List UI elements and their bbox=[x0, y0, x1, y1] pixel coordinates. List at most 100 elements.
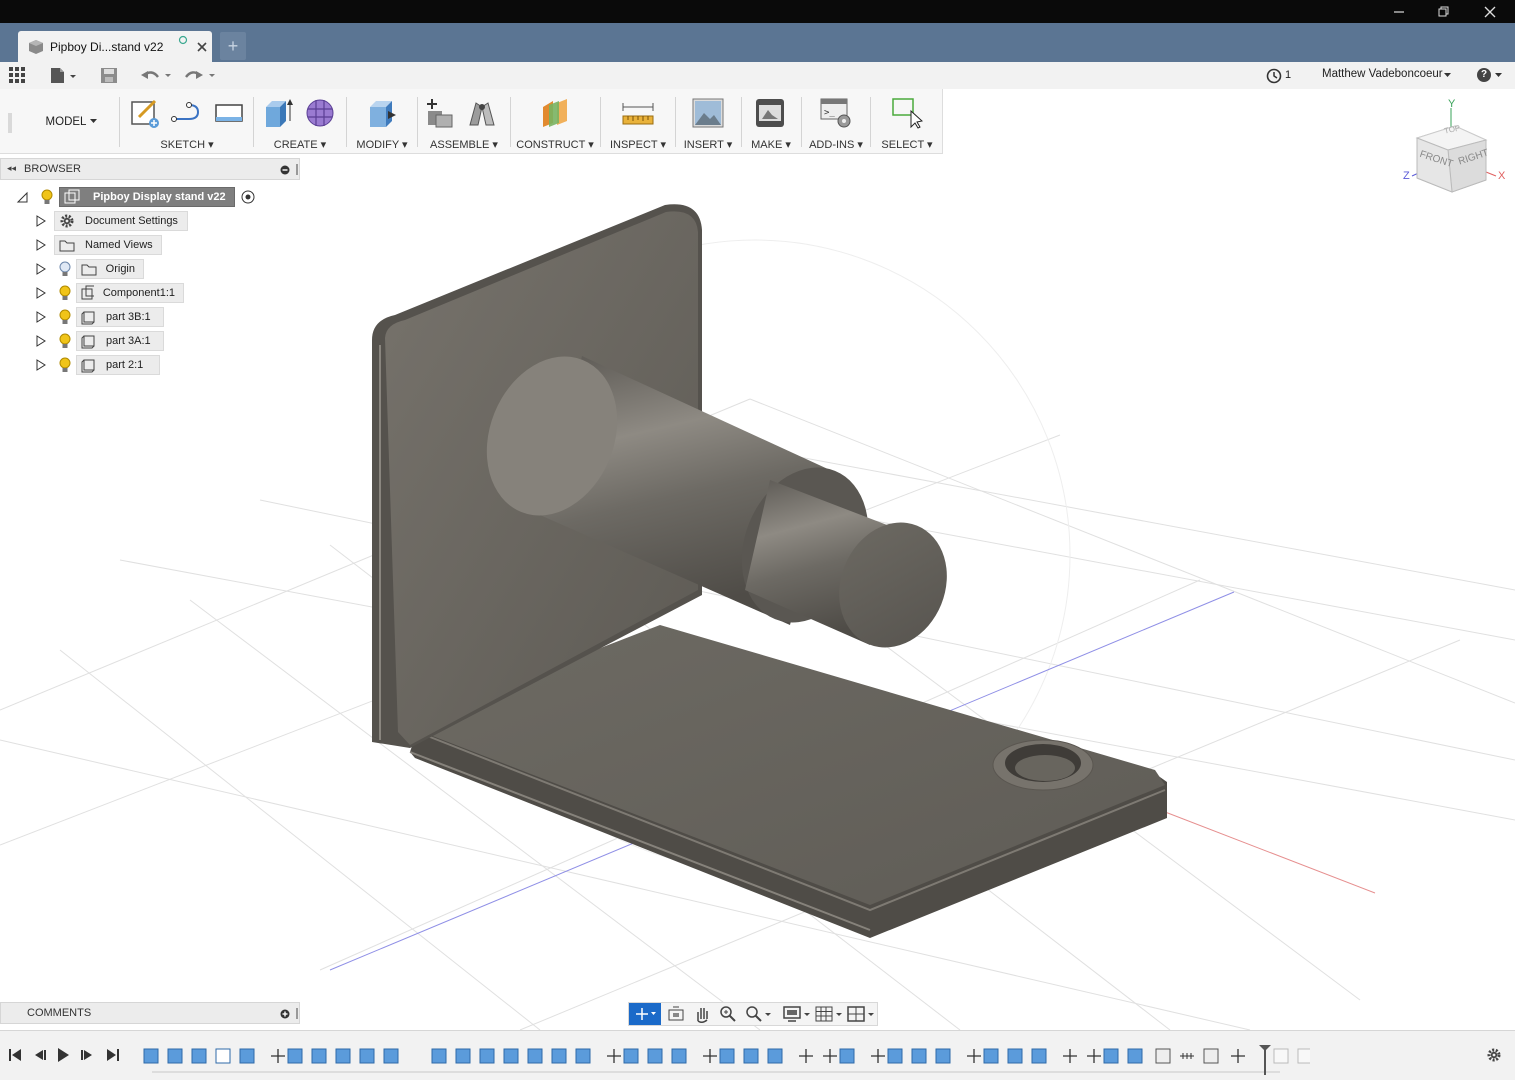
expand-triangle-icon[interactable] bbox=[34, 311, 46, 323]
user-account-menu[interactable]: Matthew Vadeboncoeur bbox=[1322, 68, 1443, 80]
offset-plane-icon[interactable] bbox=[539, 97, 571, 129]
close-tab-icon[interactable] bbox=[196, 41, 208, 53]
expand-triangle-icon[interactable] bbox=[34, 359, 46, 371]
form-icon[interactable] bbox=[304, 97, 336, 129]
minimize-button[interactable] bbox=[1376, 0, 1422, 23]
activate-radio-icon[interactable] bbox=[241, 190, 255, 204]
expand-triangle-icon[interactable] bbox=[34, 263, 46, 275]
lightbulb-off-icon[interactable] bbox=[58, 261, 72, 277]
minimize-panel-icon[interactable] bbox=[280, 165, 290, 175]
select-group[interactable]: SELECT ▾ bbox=[875, 89, 939, 154]
folder-icon bbox=[59, 240, 75, 252]
save-icon[interactable] bbox=[100, 67, 118, 84]
3d-canvas[interactable] bbox=[0, 154, 1515, 1030]
undo-icon[interactable] bbox=[140, 68, 172, 83]
orbit-button[interactable] bbox=[629, 1003, 661, 1025]
look-at-icon[interactable] bbox=[667, 1006, 685, 1022]
body-icon bbox=[81, 311, 95, 325]
rectangle-icon[interactable] bbox=[213, 97, 245, 129]
job-status-icon[interactable] bbox=[1266, 68, 1282, 84]
divider bbox=[119, 97, 120, 147]
gear-icon bbox=[60, 214, 74, 228]
lightbulb-icon[interactable] bbox=[58, 285, 72, 301]
comments-panel-header[interactable]: COMMENTS bbox=[0, 1002, 300, 1024]
grid-snaps-icon[interactable] bbox=[815, 1005, 845, 1023]
go-to-end-icon[interactable] bbox=[105, 1047, 121, 1063]
modify-group[interactable]: MODIFY ▾ bbox=[352, 89, 412, 154]
viewports-icon[interactable] bbox=[847, 1005, 877, 1023]
expanded-triangle-icon[interactable] bbox=[16, 191, 28, 203]
chevron-down-icon bbox=[1495, 73, 1502, 77]
window-title-bar bbox=[0, 0, 1515, 23]
step-forward-icon[interactable] bbox=[80, 1047, 96, 1063]
folder-icon bbox=[81, 264, 97, 276]
3d-print-icon[interactable] bbox=[754, 97, 786, 129]
create-group[interactable]: CREATE ▾ bbox=[258, 89, 342, 154]
construct-group[interactable]: CONSTRUCT ▾ bbox=[515, 89, 595, 154]
expand-triangle-icon[interactable] bbox=[34, 335, 46, 347]
zoom-icon[interactable] bbox=[719, 1005, 737, 1023]
3d-viewport[interactable] bbox=[0, 154, 1515, 1030]
workspace-switcher[interactable]: MODEL bbox=[30, 89, 114, 154]
panel-grip[interactable] bbox=[296, 164, 298, 175]
insert-image-icon[interactable] bbox=[692, 97, 724, 129]
new-tab-button[interactable]: + bbox=[220, 32, 246, 60]
display-settings-icon[interactable] bbox=[783, 1005, 813, 1023]
line-icon[interactable] bbox=[171, 97, 203, 129]
expand-triangle-icon[interactable] bbox=[34, 239, 46, 251]
timeline-features[interactable] bbox=[140, 1045, 1310, 1075]
scripts-addins-icon[interactable]: >_ bbox=[820, 97, 852, 129]
collapse-icon[interactable]: ◂◂ bbox=[7, 164, 16, 174]
fit-view-icon[interactable] bbox=[745, 1005, 773, 1023]
document-cube-icon bbox=[29, 39, 43, 54]
browser-item[interactable]: Named Views bbox=[34, 234, 162, 256]
press-pull-icon[interactable] bbox=[366, 97, 398, 129]
add-ins-group[interactable]: >_ ADD-INS ▾ bbox=[806, 89, 866, 154]
sketch-group[interactable]: SKETCH ▾ bbox=[125, 89, 249, 154]
browser-item-label: Component1:1 bbox=[102, 287, 175, 299]
timeline-settings-gear-icon[interactable] bbox=[1486, 1047, 1502, 1063]
close-window-button[interactable] bbox=[1467, 0, 1513, 23]
make-group[interactable]: MAKE ▾ bbox=[746, 89, 796, 154]
divider bbox=[870, 97, 871, 147]
browser-panel-header[interactable]: ◂◂ BROWSER bbox=[0, 158, 300, 180]
select-label: SELECT bbox=[881, 139, 924, 151]
browser-item[interactable]: part 3A:1 bbox=[34, 330, 164, 352]
expand-triangle-icon[interactable] bbox=[34, 287, 46, 299]
browser-item[interactable]: part 3B:1 bbox=[34, 306, 164, 328]
help-button[interactable]: ? bbox=[1477, 68, 1491, 82]
divider bbox=[741, 97, 742, 147]
lightbulb-icon[interactable] bbox=[58, 309, 72, 325]
insert-group[interactable]: INSERT ▾ bbox=[680, 89, 736, 154]
browser-item[interactable]: part 2:1 bbox=[34, 354, 160, 376]
restore-button[interactable] bbox=[1421, 0, 1467, 23]
browser-item[interactable]: Origin bbox=[34, 258, 144, 280]
browser-item[interactable]: Document Settings bbox=[34, 210, 188, 232]
go-to-start-icon[interactable] bbox=[7, 1047, 23, 1063]
document-tab[interactable]: Pipboy Di...stand v22 bbox=[18, 31, 212, 62]
extrude-icon[interactable] bbox=[262, 97, 294, 129]
measure-icon[interactable] bbox=[622, 97, 654, 129]
chevron-down-icon bbox=[90, 118, 98, 123]
create-sketch-icon[interactable] bbox=[129, 97, 161, 129]
assemble-group[interactable]: ASSEMBLE ▾ bbox=[422, 89, 506, 154]
select-cursor-icon[interactable] bbox=[891, 97, 923, 129]
browser-item[interactable]: Component1:1 bbox=[34, 282, 184, 304]
lightbulb-icon[interactable] bbox=[58, 333, 72, 349]
step-back-icon[interactable] bbox=[31, 1047, 47, 1063]
app-grid-icon[interactable] bbox=[9, 67, 26, 84]
joint-icon[interactable] bbox=[466, 97, 498, 129]
new-component-icon[interactable] bbox=[424, 97, 456, 129]
lightbulb-icon[interactable] bbox=[58, 357, 72, 373]
pan-hand-icon[interactable] bbox=[693, 1005, 711, 1023]
panel-grip[interactable] bbox=[296, 1008, 298, 1019]
expand-triangle-icon[interactable] bbox=[34, 215, 46, 227]
file-menu-icon[interactable] bbox=[50, 67, 78, 84]
lightbulb-icon[interactable] bbox=[40, 189, 54, 205]
view-cube[interactable]: Y Z X TOP FRONT RIGHT bbox=[1400, 98, 1510, 198]
redo-icon[interactable] bbox=[184, 68, 216, 83]
play-icon[interactable] bbox=[55, 1047, 71, 1063]
inspect-group[interactable]: INSPECT ▾ bbox=[605, 89, 671, 154]
add-comment-icon[interactable] bbox=[280, 1009, 290, 1019]
browser-root[interactable]: Pipboy Display stand v22 bbox=[16, 186, 255, 208]
